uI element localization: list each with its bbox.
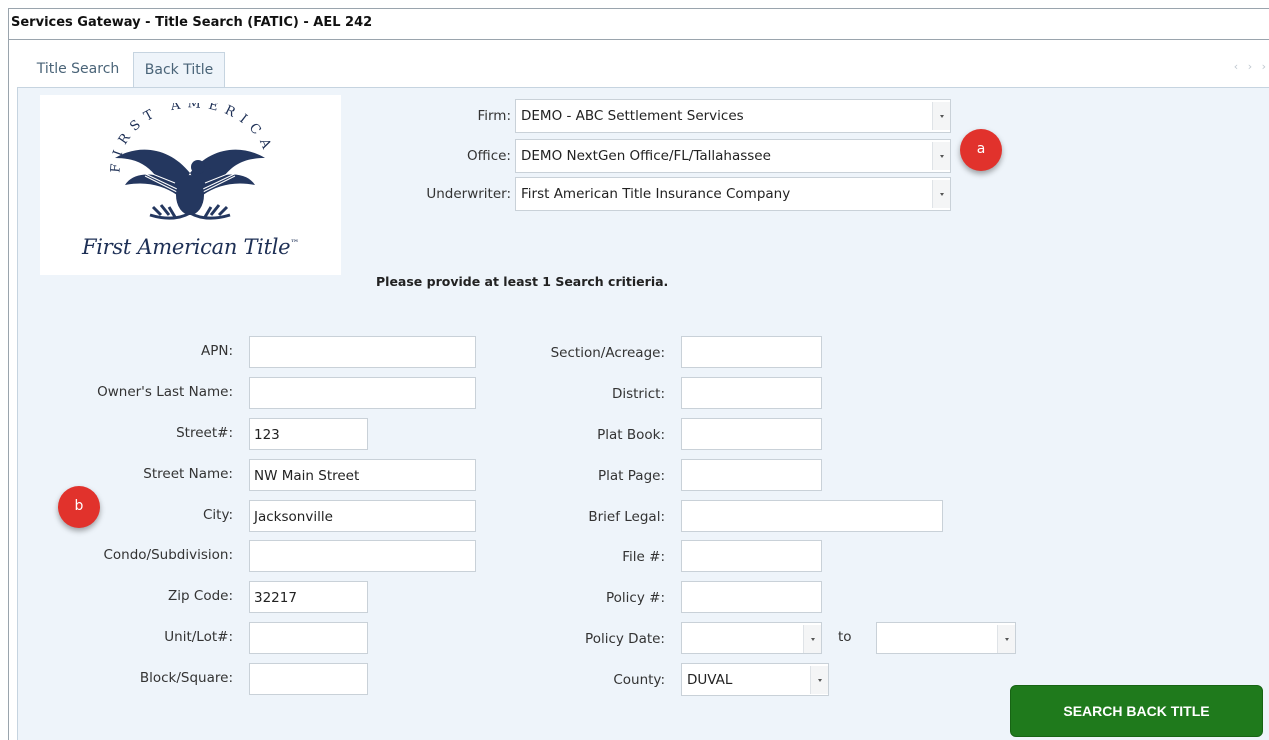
apn-input[interactable] bbox=[249, 336, 476, 368]
condo-subdivision-label: Condo/Subdivision: bbox=[103, 547, 233, 563]
logo-trademark: ™ bbox=[290, 239, 299, 249]
office-select-value: DEMO NextGen Office/FL/Tallahassee bbox=[521, 148, 771, 164]
street-name-value: NW Main Street bbox=[254, 468, 360, 484]
block-square-label: Block/Square: bbox=[139, 670, 233, 686]
back-title-panel: FIRST AMERICAN First American Title™ bbox=[17, 87, 1269, 740]
office-select[interactable]: DEMO NextGen Office/FL/Tallahassee bbox=[515, 139, 951, 173]
condo-subdivision-input[interactable] bbox=[249, 540, 476, 572]
file-number-label: File #: bbox=[622, 549, 665, 565]
district-label: District: bbox=[611, 386, 665, 402]
zip-code-value: 32217 bbox=[254, 590, 297, 606]
search-back-title-button[interactable]: SEARCH BACK TITLE bbox=[1010, 685, 1263, 737]
callout-b: b bbox=[58, 486, 100, 528]
street-name-input[interactable]: NW Main Street bbox=[249, 459, 476, 491]
underwriter-label: Underwriter: bbox=[426, 186, 511, 202]
policy-date-label: Policy Date: bbox=[585, 631, 665, 647]
county-select[interactable]: DUVAL bbox=[681, 663, 829, 696]
district-input[interactable] bbox=[681, 377, 822, 409]
plat-page-input[interactable] bbox=[681, 459, 822, 491]
chevron-down-icon[interactable] bbox=[932, 180, 950, 208]
search-criteria-notice: Please provide at least 1 Search critier… bbox=[376, 274, 669, 289]
plat-book-label: Plat Book: bbox=[597, 427, 665, 443]
county-select-value: DUVAL bbox=[687, 672, 733, 688]
policy-number-input[interactable] bbox=[681, 581, 822, 613]
brief-legal-input[interactable] bbox=[681, 500, 943, 532]
street-number-value: 123 bbox=[254, 427, 280, 443]
chevron-down-icon[interactable] bbox=[810, 666, 828, 694]
unit-lot-label: Unit/Lot#: bbox=[164, 629, 233, 645]
underwriter-select[interactable]: First American Title Insurance Company bbox=[515, 177, 951, 211]
plat-page-label: Plat Page: bbox=[598, 468, 665, 484]
underwriter-select-value: First American Title Insurance Company bbox=[521, 186, 791, 202]
owner-last-name-input[interactable] bbox=[249, 377, 476, 409]
policy-date-to-picker[interactable] bbox=[876, 622, 1016, 654]
apn-label: APN: bbox=[200, 343, 233, 359]
chevron-down-icon[interactable] bbox=[932, 142, 950, 170]
tab-scroll-arrows-icon[interactable]: ‹ › › bbox=[1234, 60, 1269, 73]
street-name-label: Street Name: bbox=[143, 466, 233, 482]
county-label: County: bbox=[613, 672, 665, 688]
unit-lot-input[interactable] bbox=[249, 622, 368, 654]
section-acreage-input[interactable] bbox=[681, 336, 822, 368]
street-number-label: Street#: bbox=[176, 425, 233, 441]
city-label: City: bbox=[202, 507, 233, 523]
block-square-input[interactable] bbox=[249, 663, 368, 695]
logo-wordmark-text: First American Title bbox=[82, 235, 291, 259]
policy-number-label: Policy #: bbox=[606, 590, 665, 606]
firm-label: Firm: bbox=[477, 108, 511, 124]
logo-arc-text: FIRST AMERICAN bbox=[95, 103, 269, 173]
first-american-logo: FIRST AMERICAN First American Title™ bbox=[40, 95, 341, 275]
firm-select[interactable]: DEMO - ABC Settlement Services bbox=[515, 99, 951, 133]
street-number-input[interactable]: 123 bbox=[249, 418, 368, 450]
section-acreage-label: Section/Acreage: bbox=[550, 345, 665, 361]
app-window: Services Gateway - Title Search (FATIC) … bbox=[8, 8, 1269, 740]
tab-title-search[interactable]: Title Search bbox=[28, 52, 128, 91]
plat-book-input[interactable] bbox=[681, 418, 822, 450]
firm-select-value: DEMO - ABC Settlement Services bbox=[521, 108, 744, 124]
zip-code-label: Zip Code: bbox=[168, 588, 233, 604]
city-input[interactable]: Jacksonville bbox=[249, 500, 476, 532]
zip-code-input[interactable]: 32217 bbox=[249, 581, 368, 613]
policy-date-from-picker[interactable] bbox=[681, 622, 822, 654]
file-number-input[interactable] bbox=[681, 540, 822, 572]
eagle-logo-icon: FIRST AMERICAN bbox=[95, 103, 276, 220]
logo-wordmark: First American Title™ bbox=[40, 235, 341, 259]
owner-last-name-label: Owner's Last Name: bbox=[97, 384, 233, 400]
policy-date-to-label: to bbox=[838, 629, 852, 645]
svg-text:FIRST AMERICAN: FIRST AMERICAN bbox=[95, 103, 276, 173]
callout-a: a bbox=[960, 129, 1002, 171]
chevron-down-icon[interactable] bbox=[997, 625, 1015, 653]
title-bar: Services Gateway - Title Search (FATIC) … bbox=[9, 9, 1269, 40]
window-title: Services Gateway - Title Search (FATIC) … bbox=[11, 15, 373, 30]
tab-back-title[interactable]: Back Title bbox=[133, 52, 225, 91]
chevron-down-icon[interactable] bbox=[932, 102, 950, 130]
brief-legal-label: Brief Legal: bbox=[588, 509, 665, 525]
chevron-down-icon[interactable] bbox=[803, 625, 821, 653]
office-label: Office: bbox=[467, 148, 511, 164]
city-value: Jacksonville bbox=[254, 509, 333, 525]
